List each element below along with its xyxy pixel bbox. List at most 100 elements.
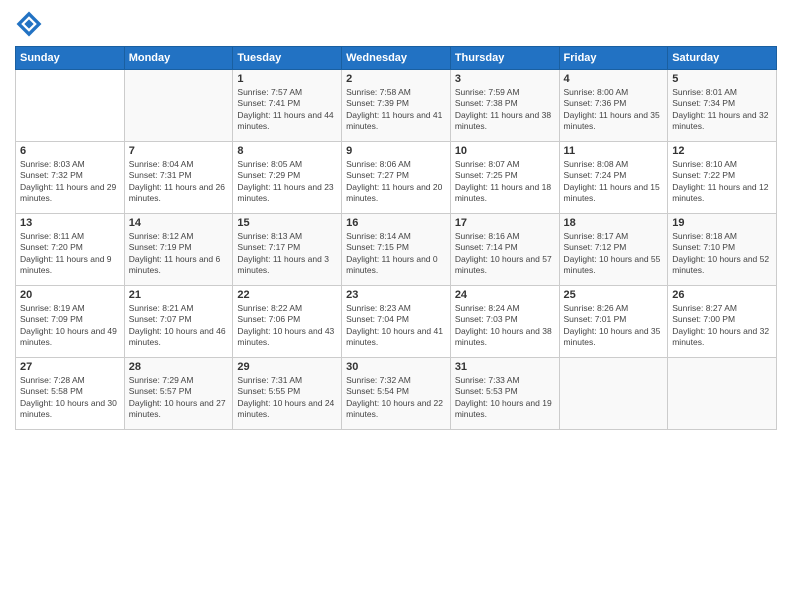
cell-info: Sunrise: 8:06 AM Sunset: 7:27 PM Dayligh… — [346, 159, 446, 205]
calendar-week-2: 6 Sunrise: 8:03 AM Sunset: 7:32 PM Daylig… — [16, 142, 777, 214]
cell-info: Sunrise: 8:05 AM Sunset: 7:29 PM Dayligh… — [237, 159, 337, 205]
col-header-sunday: Sunday — [16, 47, 125, 70]
day-number: 17 — [455, 217, 555, 229]
day-number: 31 — [455, 361, 555, 373]
day-number: 24 — [455, 289, 555, 301]
calendar-cell: 22Sunrise: 8:22 AM Sunset: 7:06 PM Dayli… — [233, 286, 342, 358]
cell-info: Sunrise: 8:19 AM Sunset: 7:09 PM Dayligh… — [20, 303, 120, 349]
cell-info: Sunrise: 7:32 AM Sunset: 5:54 PM Dayligh… — [346, 375, 446, 421]
calendar-cell: 31 Sunrise: 7:33 AM Sunset: 5:53 PM Dayli… — [450, 358, 559, 430]
calendar-cell: 15Sunrise: 8:13 AM Sunset: 7:17 PM Dayli… — [233, 214, 342, 286]
day-number: 28 — [129, 361, 229, 373]
col-header-wednesday: Wednesday — [342, 47, 451, 70]
calendar-cell: 27 Sunrise: 7:28 AM Sunset: 5:58 PM Dayli… — [16, 358, 125, 430]
calendar-cell: 21Sunrise: 8:21 AM Sunset: 7:07 PM Dayli… — [124, 286, 233, 358]
cell-info: Sunrise: 7:31 AM Sunset: 5:55 PM Dayligh… — [237, 375, 337, 421]
cell-info: Sunrise: 7:57 AM Sunset: 7:41 PM Dayligh… — [237, 87, 337, 133]
cell-info: Sunrise: 7:29 AM Sunset: 5:57 PM Dayligh… — [129, 375, 229, 421]
calendar-cell: 12Sunrise: 8:10 AM Sunset: 7:22 PM Dayli… — [668, 142, 777, 214]
cell-info: Sunrise: 8:12 AM Sunset: 7:19 PM Dayligh… — [129, 231, 229, 277]
cell-info: Sunrise: 8:00 AM Sunset: 7:36 PM Dayligh… — [564, 87, 664, 133]
day-number: 16 — [346, 217, 446, 229]
day-number: 14 — [129, 217, 229, 229]
calendar-cell: 13Sunrise: 8:11 AM Sunset: 7:20 PM Dayli… — [16, 214, 125, 286]
calendar-cell: 25 Sunrise: 8:26 AM Sunset: 7:01 PM Dayli… — [559, 286, 668, 358]
calendar-cell — [668, 358, 777, 430]
day-number: 26 — [672, 289, 772, 301]
day-number: 29 — [237, 361, 337, 373]
day-number: 1 — [237, 73, 337, 85]
calendar-cell — [124, 70, 233, 142]
cell-info: Sunrise: 8:24 AM Sunset: 7:03 PM Dayligh… — [455, 303, 555, 349]
header — [15, 10, 777, 38]
cell-info: Sunrise: 7:33 AM Sunset: 5:53 PM Dayligh… — [455, 375, 555, 421]
col-header-saturday: Saturday — [668, 47, 777, 70]
calendar-cell: 19 Sunrise: 8:18 AM Sunset: 7:10 PM Dayli… — [668, 214, 777, 286]
cell-info: Sunrise: 8:01 AM Sunset: 7:34 PM Dayligh… — [672, 87, 772, 133]
day-number: 23 — [346, 289, 446, 301]
calendar-cell — [559, 358, 668, 430]
calendar-header-row: SundayMondayTuesdayWednesdayThursdayFrid… — [16, 47, 777, 70]
cell-info: Sunrise: 8:22 AM Sunset: 7:06 PM Dayligh… — [237, 303, 337, 349]
day-number: 25 — [564, 289, 664, 301]
calendar-cell: 14 Sunrise: 8:12 AM Sunset: 7:19 PM Dayli… — [124, 214, 233, 286]
calendar-cell: 30 Sunrise: 7:32 AM Sunset: 5:54 PM Dayli… — [342, 358, 451, 430]
col-header-friday: Friday — [559, 47, 668, 70]
col-header-tuesday: Tuesday — [233, 47, 342, 70]
logo — [15, 10, 47, 38]
day-number: 3 — [455, 73, 555, 85]
day-number: 19 — [672, 217, 772, 229]
calendar-cell: 6 Sunrise: 8:03 AM Sunset: 7:32 PM Daylig… — [16, 142, 125, 214]
calendar-cell: 5Sunrise: 8:01 AM Sunset: 7:34 PM Daylig… — [668, 70, 777, 142]
day-number: 8 — [237, 145, 337, 157]
calendar-cell: 29 Sunrise: 7:31 AM Sunset: 5:55 PM Dayli… — [233, 358, 342, 430]
calendar-cell — [16, 70, 125, 142]
cell-info: Sunrise: 7:28 AM Sunset: 5:58 PM Dayligh… — [20, 375, 120, 421]
calendar-cell: 28 Sunrise: 7:29 AM Sunset: 5:57 PM Dayli… — [124, 358, 233, 430]
calendar-cell: 17 Sunrise: 8:16 AM Sunset: 7:14 PM Dayli… — [450, 214, 559, 286]
logo-icon — [15, 10, 43, 38]
col-header-thursday: Thursday — [450, 47, 559, 70]
cell-info: Sunrise: 8:21 AM Sunset: 7:07 PM Dayligh… — [129, 303, 229, 349]
cell-info: Sunrise: 8:16 AM Sunset: 7:14 PM Dayligh… — [455, 231, 555, 277]
calendar-cell: 10 Sunrise: 8:07 AM Sunset: 7:25 PM Dayli… — [450, 142, 559, 214]
calendar-cell: 9 Sunrise: 8:06 AM Sunset: 7:27 PM Daylig… — [342, 142, 451, 214]
day-number: 15 — [237, 217, 337, 229]
calendar-cell: 2Sunrise: 7:58 AM Sunset: 7:39 PM Daylig… — [342, 70, 451, 142]
day-number: 13 — [20, 217, 120, 229]
calendar-week-1: 1 Sunrise: 7:57 AM Sunset: 7:41 PM Daylig… — [16, 70, 777, 142]
day-number: 9 — [346, 145, 446, 157]
calendar-cell: 7 Sunrise: 8:04 AM Sunset: 7:31 PM Daylig… — [124, 142, 233, 214]
calendar-table: SundayMondayTuesdayWednesdayThursdayFrid… — [15, 46, 777, 430]
calendar-cell: 1 Sunrise: 7:57 AM Sunset: 7:41 PM Daylig… — [233, 70, 342, 142]
day-number: 7 — [129, 145, 229, 157]
cell-info: Sunrise: 8:04 AM Sunset: 7:31 PM Dayligh… — [129, 159, 229, 205]
day-number: 4 — [564, 73, 664, 85]
day-number: 6 — [20, 145, 120, 157]
day-number: 30 — [346, 361, 446, 373]
cell-info: Sunrise: 8:10 AM Sunset: 7:22 PM Dayligh… — [672, 159, 772, 205]
day-number: 10 — [455, 145, 555, 157]
calendar-cell: 23 Sunrise: 8:23 AM Sunset: 7:04 PM Dayli… — [342, 286, 451, 358]
calendar-week-3: 13Sunrise: 8:11 AM Sunset: 7:20 PM Dayli… — [16, 214, 777, 286]
calendar-cell: 4 Sunrise: 8:00 AM Sunset: 7:36 PM Daylig… — [559, 70, 668, 142]
day-number: 2 — [346, 73, 446, 85]
cell-info: Sunrise: 8:23 AM Sunset: 7:04 PM Dayligh… — [346, 303, 446, 349]
day-number: 18 — [564, 217, 664, 229]
cell-info: Sunrise: 8:26 AM Sunset: 7:01 PM Dayligh… — [564, 303, 664, 349]
calendar-week-5: 27 Sunrise: 7:28 AM Sunset: 5:58 PM Dayli… — [16, 358, 777, 430]
calendar-cell: 26Sunrise: 8:27 AM Sunset: 7:00 PM Dayli… — [668, 286, 777, 358]
calendar-cell: 11 Sunrise: 8:08 AM Sunset: 7:24 PM Dayli… — [559, 142, 668, 214]
col-header-monday: Monday — [124, 47, 233, 70]
cell-info: Sunrise: 8:08 AM Sunset: 7:24 PM Dayligh… — [564, 159, 664, 205]
cell-info: Sunrise: 8:07 AM Sunset: 7:25 PM Dayligh… — [455, 159, 555, 205]
day-number: 20 — [20, 289, 120, 301]
day-number: 11 — [564, 145, 664, 157]
calendar-week-4: 20 Sunrise: 8:19 AM Sunset: 7:09 PM Dayli… — [16, 286, 777, 358]
calendar-cell: 8 Sunrise: 8:05 AM Sunset: 7:29 PM Daylig… — [233, 142, 342, 214]
calendar-cell: 18Sunrise: 8:17 AM Sunset: 7:12 PM Dayli… — [559, 214, 668, 286]
cell-info: Sunrise: 8:03 AM Sunset: 7:32 PM Dayligh… — [20, 159, 120, 205]
cell-info: Sunrise: 7:59 AM Sunset: 7:38 PM Dayligh… — [455, 87, 555, 133]
day-number: 27 — [20, 361, 120, 373]
cell-info: Sunrise: 8:18 AM Sunset: 7:10 PM Dayligh… — [672, 231, 772, 277]
